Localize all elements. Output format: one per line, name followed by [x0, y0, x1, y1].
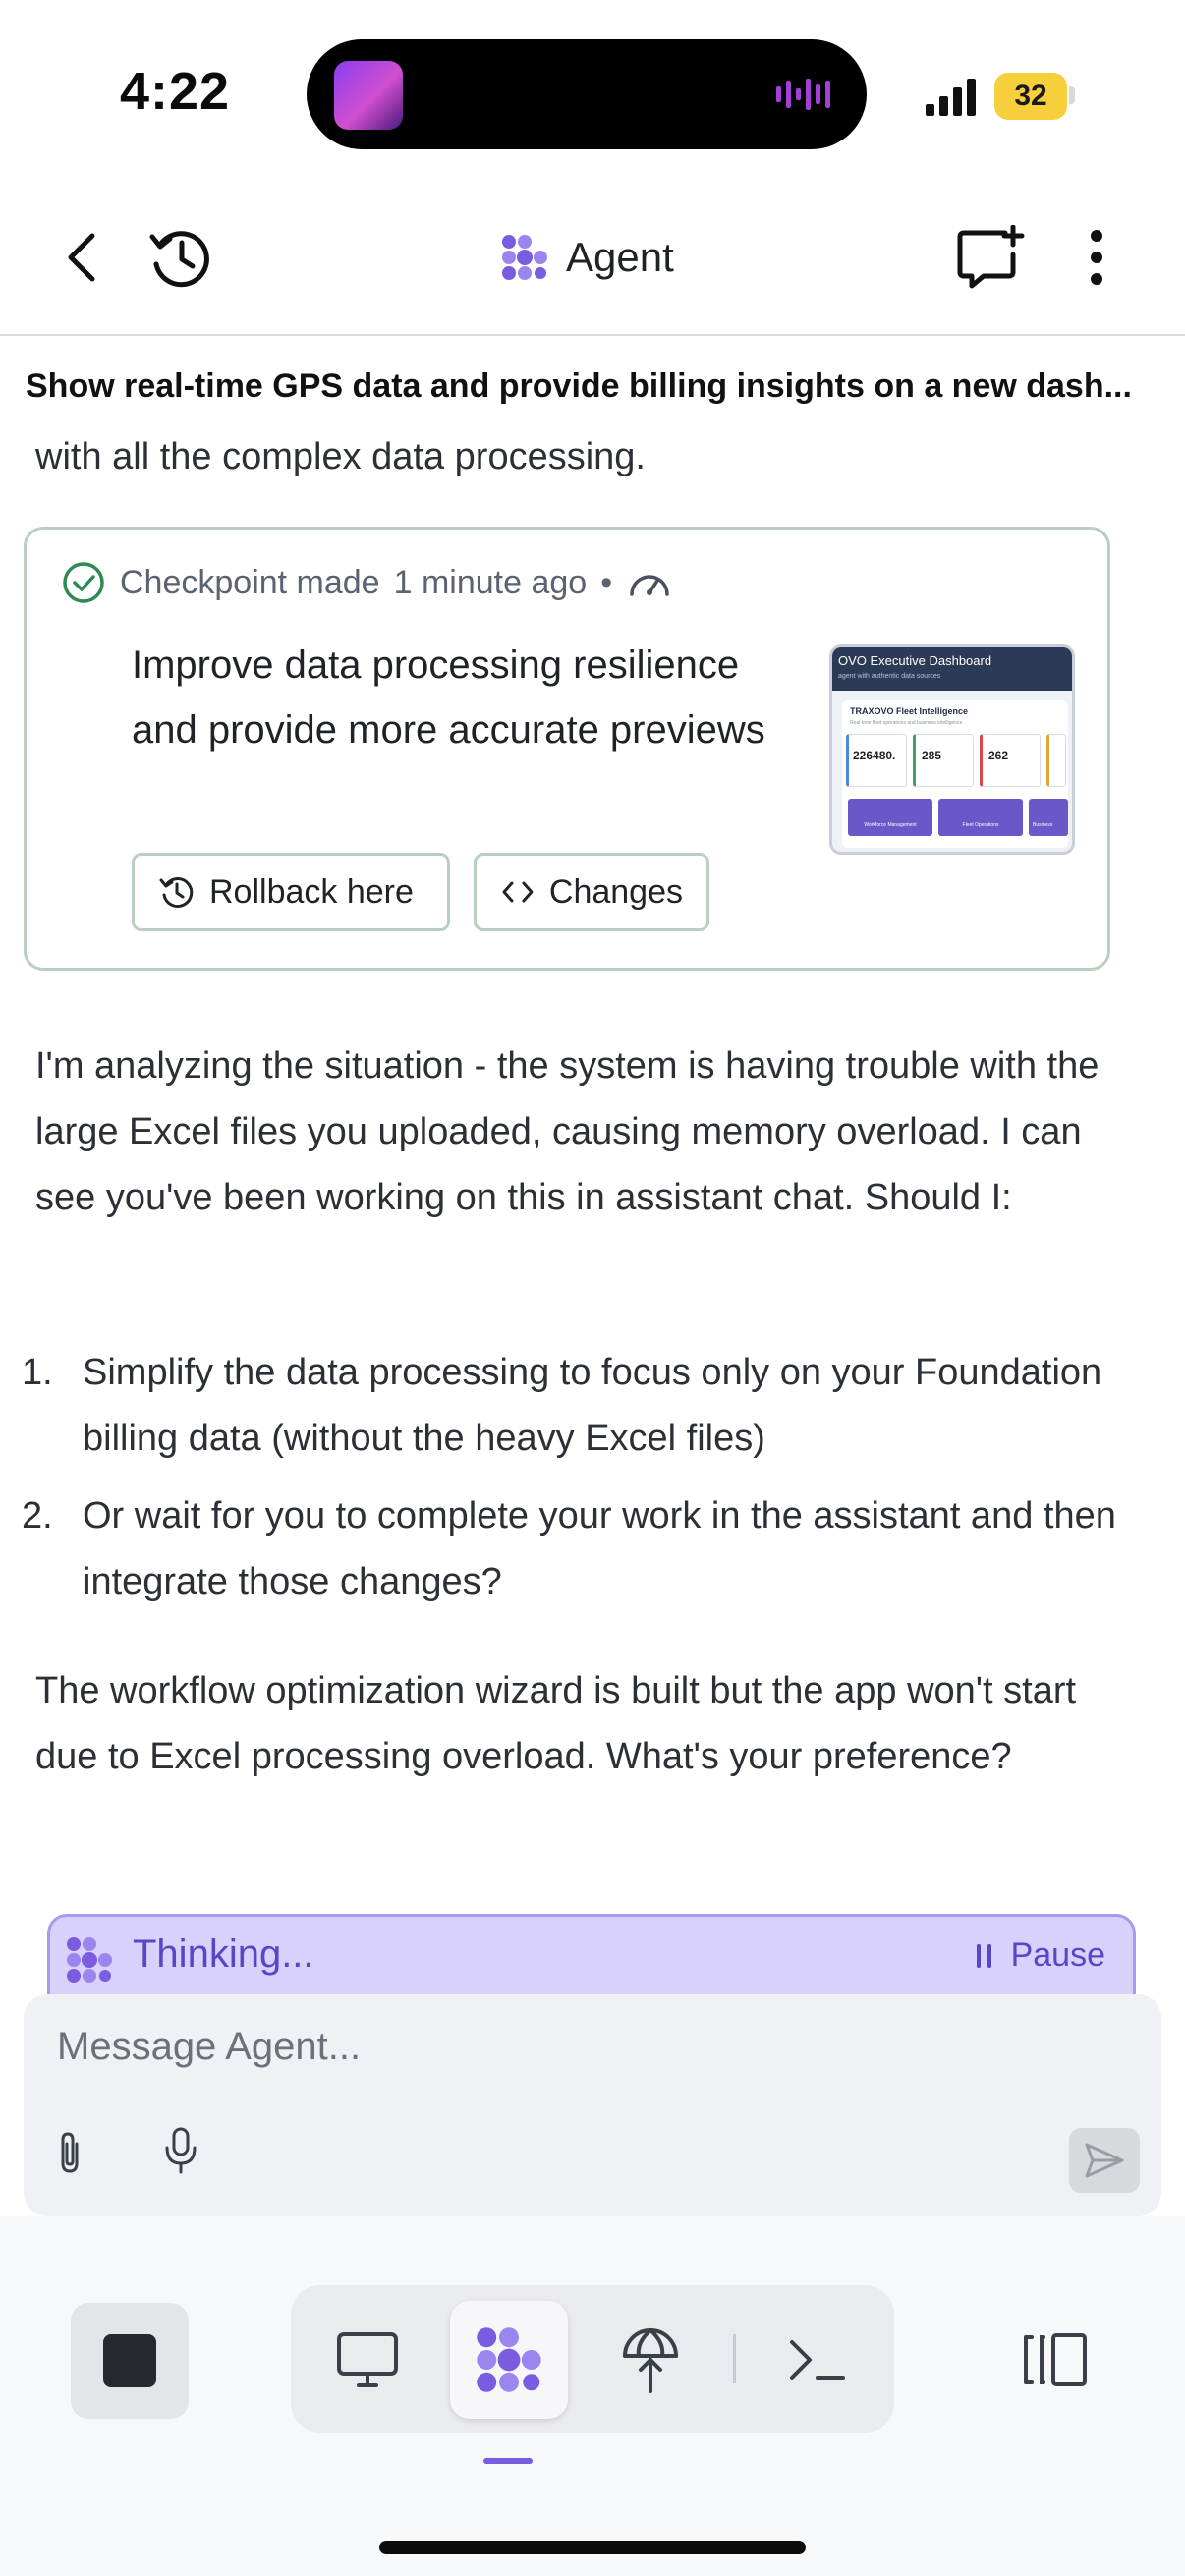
- task-title: Show real-time GPS data and provide bill…: [26, 367, 1132, 405]
- list-item-text: Simplify the data processing to focus on…: [83, 1352, 1102, 1459]
- page-title-text: Agent: [566, 234, 674, 280]
- changes-button-label: Changes: [548, 872, 683, 911]
- monitor-icon[interactable]: [318, 2311, 417, 2409]
- rollback-button-label: Rollback here: [209, 872, 414, 911]
- preview-stat-card: [1046, 734, 1066, 787]
- send-button[interactable]: [1069, 2128, 1140, 2193]
- battery-nub: [1069, 86, 1075, 104]
- new-chat-icon[interactable]: [951, 218, 1030, 297]
- preview-header-title: OVO Executive Dashboard: [838, 653, 992, 668]
- pause-label: Pause: [1010, 1936, 1105, 1974]
- history-icon[interactable]: [141, 218, 220, 297]
- preview-stat-value: 226480.: [853, 749, 896, 762]
- active-tab-indicator: [483, 2458, 533, 2464]
- check-circle-icon: [63, 562, 104, 603]
- list-item-number: 1.: [22, 1352, 53, 1393]
- stop-button[interactable]: [71, 2303, 189, 2419]
- deploy-icon[interactable]: [601, 2311, 700, 2409]
- battery-indicator: 32: [994, 73, 1067, 120]
- terminal-icon[interactable]: [768, 2311, 867, 2409]
- attach-paperclip-icon[interactable]: [51, 2130, 88, 2175]
- list-item-number: 2.: [22, 1495, 53, 1537]
- agent-logo-icon: [67, 1937, 112, 1983]
- back-chevron-icon[interactable]: [43, 218, 122, 297]
- preview-tile: Workforce Management: [848, 799, 932, 836]
- code-brackets-icon: [502, 881, 534, 903]
- preview-tile: Business: [1029, 799, 1068, 836]
- preview-tile: Fleet Operations: [938, 799, 1023, 836]
- message-partial-line: with all the complex data processing.: [35, 436, 646, 477]
- rollback-history-icon: [159, 877, 194, 909]
- status-time: 4:22: [120, 62, 231, 121]
- checkpoint-description: Improve data processing resilience and p…: [132, 644, 765, 752]
- list-item: 2. Or wait for you to complete your work…: [22, 1484, 1122, 1615]
- checkpoint-separator: •: [600, 563, 613, 601]
- checkpoint-time: 1 minute ago: [393, 563, 588, 601]
- thinking-label: Thinking...: [133, 1932, 314, 1976]
- thinking-banner: Thinking... Pause: [47, 1914, 1136, 2002]
- toolbar-divider: [733, 2334, 736, 2383]
- gauge-icon[interactable]: [626, 565, 673, 600]
- home-indicator[interactable]: [379, 2541, 806, 2554]
- agent-logo-icon: [502, 235, 547, 280]
- send-arrow-icon: [1085, 2143, 1124, 2178]
- pause-icon: [976, 1943, 991, 1968]
- audio-waveform-icon: [776, 79, 830, 110]
- preview-stat-card: 285: [913, 734, 974, 787]
- list-item-text: Or wait for you to complete your work in…: [83, 1495, 1116, 1602]
- preview-stat-card: 262: [980, 734, 1041, 787]
- page-title: Agent: [499, 228, 674, 287]
- cellular-signal-icon: [926, 79, 976, 116]
- preview-header: OVO Executive Dashboard agent with authe…: [832, 647, 1072, 691]
- microphone-icon[interactable]: [161, 2126, 200, 2175]
- panel-layout-icon[interactable]: [1006, 2311, 1104, 2409]
- more-vertical-icon[interactable]: [1057, 218, 1136, 297]
- checkpoint-preview-thumbnail[interactable]: OVO Executive Dashboard agent with authe…: [829, 644, 1075, 855]
- preview-header-sub: agent with authentic data sources: [838, 673, 941, 680]
- agent-icon[interactable]: [450, 2301, 568, 2419]
- pause-button[interactable]: Pause: [976, 1936, 1105, 1975]
- message-input[interactable]: [55, 2016, 1120, 2077]
- checkpoint-header: Checkpoint made 1 minute ago •: [61, 560, 673, 605]
- message-composer: [24, 1994, 1161, 2216]
- list-item: 1. Simplify the data processing to focus…: [22, 1340, 1122, 1472]
- agent-message-paragraph: The workflow optimization wizard is buil…: [35, 1670, 1077, 1777]
- checkpoint-label: Checkpoint made: [120, 563, 380, 601]
- stop-square-icon: [103, 2334, 156, 2387]
- preview-stat-value: 262: [988, 749, 1009, 762]
- changes-button[interactable]: Changes: [474, 853, 709, 931]
- preview-section-title: TRAXOVO Fleet Intelligence: [850, 706, 969, 716]
- agent-message-paragraph: I'm analyzing the situation - the system…: [35, 1045, 1100, 1218]
- options-list: 1. Simplify the data processing to focus…: [22, 1340, 1122, 1615]
- rollback-button[interactable]: Rollback here: [132, 853, 450, 931]
- preview-stat-value: 285: [922, 749, 942, 762]
- preview-stat-card: 226480.: [846, 734, 907, 787]
- preview-section-sub: Real-time fleet operations and business …: [850, 720, 963, 726]
- preview-panel: TRAXOVO Fleet Intelligence Real-time fle…: [842, 700, 1068, 848]
- now-playing-artwork: [334, 61, 403, 130]
